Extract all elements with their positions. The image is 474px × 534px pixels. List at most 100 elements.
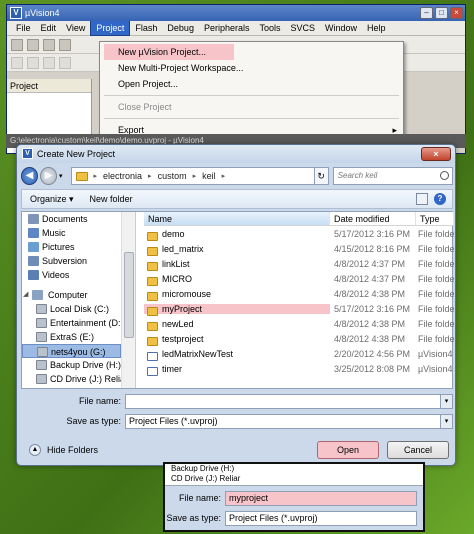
file-row[interactable]: demo 5/17/2012 3:16 PM File folder bbox=[144, 226, 454, 241]
folder-icon bbox=[147, 336, 158, 346]
navigation-pane: Documents Music Pictures Subversion Videos ◢ C… bbox=[22, 212, 122, 388]
file-name-label: File name: bbox=[78, 396, 121, 406]
search-input[interactable]: Search keil bbox=[332, 167, 454, 185]
scroll-thumb[interactable] bbox=[124, 252, 134, 338]
file-row[interactable]: myProject 5/17/2012 3:16 PM File folder bbox=[144, 301, 454, 316]
menu-flash[interactable]: Flash bbox=[130, 21, 162, 35]
column-type[interactable]: Type bbox=[416, 212, 454, 225]
recent-locations-dropdown-icon[interactable]: ▾ bbox=[59, 172, 67, 180]
maximize-icon[interactable]: □ bbox=[435, 7, 448, 19]
build-icon[interactable] bbox=[27, 56, 39, 69]
file-row[interactable]: MICRO 4/8/2012 4:37 PM File folder bbox=[144, 271, 454, 286]
nav-computer[interactable]: ◢ Computer bbox=[22, 288, 121, 302]
save-type-dropdown-icon[interactable]: ▾ bbox=[440, 414, 452, 428]
breadcrumb-separator-icon: ▸ bbox=[221, 173, 226, 180]
breadcrumb-item[interactable]: keil bbox=[202, 171, 216, 181]
nav-item[interactable]: Pictures bbox=[22, 240, 121, 254]
dialog-titlebar: V Create New Project × bbox=[17, 145, 455, 163]
save-type-select[interactable]: Project Files (*.uvproj) ▾ bbox=[125, 413, 453, 429]
drive-icon bbox=[36, 374, 47, 384]
organize-button[interactable]: Organize ▾ bbox=[22, 194, 82, 205]
breadcrumb-separator-icon: ▸ bbox=[93, 173, 98, 180]
nav-item[interactable]: Documents bbox=[22, 212, 121, 226]
uvision-logo-icon: V bbox=[10, 7, 22, 19]
close-icon[interactable]: × bbox=[450, 7, 463, 19]
dialog-title: Create New Project bbox=[37, 149, 116, 159]
menu-peripherals[interactable]: Peripherals bbox=[199, 21, 255, 35]
navigation-scrollbar[interactable] bbox=[122, 212, 136, 388]
file-row[interactable]: micromouse 4/8/2012 4:38 PM File folder bbox=[144, 286, 454, 301]
menu-file[interactable]: File bbox=[11, 21, 36, 35]
project-menu-item[interactable]: Open Project... bbox=[100, 76, 403, 92]
nav-drive[interactable]: ExtraS (E:) bbox=[22, 330, 121, 344]
file-row[interactable]: led_matrix 4/15/2012 8:16 PM File folder bbox=[144, 241, 454, 256]
folder-icon bbox=[75, 171, 88, 181]
minimize-icon[interactable]: – bbox=[420, 7, 433, 19]
zoom-save-type-select[interactable]: Project Files (*.uvproj) bbox=[225, 510, 417, 526]
menu-separator bbox=[104, 118, 399, 119]
save-icon[interactable] bbox=[43, 38, 55, 51]
command-bar: Organize ▾ New folder ? bbox=[21, 189, 453, 209]
menu-view[interactable]: View bbox=[61, 21, 90, 35]
file-name-dropdown-icon[interactable]: ▾ bbox=[440, 394, 452, 408]
file-row[interactable]: testproject 4/8/2012 4:38 PM File folder bbox=[144, 331, 454, 346]
breadcrumb-item[interactable]: electronia bbox=[103, 171, 142, 181]
rebuild-icon[interactable] bbox=[43, 56, 55, 69]
project-file-icon bbox=[147, 351, 158, 361]
breadcrumb-item[interactable]: custom bbox=[158, 171, 187, 181]
menu-debug[interactable]: Debug bbox=[162, 21, 199, 35]
folder-icon bbox=[147, 321, 158, 331]
back-arrow-icon[interactable]: ◀ bbox=[21, 167, 38, 185]
column-name[interactable]: Name bbox=[144, 212, 330, 225]
menu-window[interactable]: Window bbox=[320, 21, 362, 35]
open-file-icon[interactable] bbox=[27, 38, 39, 51]
nav-drive[interactable]: Backup Drive (H:) bbox=[22, 358, 121, 372]
file-row[interactable]: newLed 4/8/2012 4:38 PM File folder bbox=[144, 316, 454, 331]
cancel-button[interactable]: Cancel bbox=[387, 441, 449, 459]
chevron-up-icon[interactable]: ▲ bbox=[29, 444, 41, 456]
nav-drive[interactable]: nets4you (G:) bbox=[22, 344, 121, 358]
hide-folders-button[interactable]: Hide Folders bbox=[47, 445, 98, 455]
menu-project[interactable]: Project bbox=[90, 20, 131, 36]
new-file-icon[interactable] bbox=[11, 38, 23, 51]
nav-item[interactable]: Videos bbox=[22, 268, 121, 282]
drive-icon bbox=[36, 360, 47, 370]
file-name-input[interactable]: ▾ bbox=[125, 393, 453, 409]
project-menu-item[interactable]: New Multi-Project Workspace... bbox=[100, 60, 403, 76]
project-menu-item: Close Project bbox=[118, 102, 172, 112]
translate-icon[interactable] bbox=[11, 56, 23, 69]
breadcrumb-separator-icon: ▸ bbox=[192, 173, 197, 180]
nav-drive[interactable]: Entertainment (D: bbox=[22, 316, 121, 330]
nav-drive[interactable]: CD Drive (J:) Reliar bbox=[22, 372, 121, 386]
zoom-file-name-input[interactable]: myproject bbox=[225, 490, 417, 506]
zoom-inset: Backup Drive (H:) CD Drive (J:) Reliar F… bbox=[163, 462, 425, 532]
drive-icon bbox=[36, 332, 47, 342]
open-button[interactable]: Open bbox=[317, 441, 379, 459]
new-folder-button[interactable]: New folder bbox=[82, 194, 141, 204]
menu-svcs[interactable]: SVCS bbox=[286, 21, 321, 35]
breadcrumb-separator-icon: ▸ bbox=[148, 173, 152, 180]
nav-item[interactable]: Subversion bbox=[22, 254, 121, 268]
menu-tools[interactable]: Tools bbox=[254, 21, 285, 35]
menubar: File Edit View Project Flash Debug Peripherals… bbox=[7, 20, 465, 36]
address-bar[interactable]: ▸ electronia ▸ custom ▸ keil ▸ bbox=[70, 167, 315, 185]
address-row: ◀ ▶ ▾ ▸ electronia ▸ custom ▸ keil ▸ ↻ Search … bbox=[21, 165, 454, 187]
refresh-icon[interactable]: ↻ bbox=[313, 167, 329, 185]
menu-help[interactable]: Help bbox=[362, 21, 391, 35]
file-row[interactable]: timer 3/25/2012 8:08 PM µVision4 bbox=[144, 361, 454, 376]
uvision-window: V µVision4 – □ × File Edit View Project Flas… bbox=[6, 4, 466, 154]
zoom-drive-list: Backup Drive (H:) CD Drive (J:) Reliar bbox=[165, 464, 423, 486]
project-menu-item[interactable]: New µVision Project... bbox=[104, 44, 234, 60]
menu-edit[interactable]: Edit bbox=[36, 21, 62, 35]
file-row[interactable]: linkList 4/8/2012 4:37 PM File folder bbox=[144, 256, 454, 271]
save-all-icon[interactable] bbox=[59, 38, 71, 51]
download-icon[interactable] bbox=[59, 56, 71, 69]
column-date[interactable]: Date modified bbox=[330, 212, 416, 225]
view-options-icon[interactable] bbox=[416, 193, 428, 205]
dialog-close-icon[interactable]: × bbox=[421, 147, 451, 161]
nav-drive[interactable]: Local Disk (C:) bbox=[22, 302, 121, 316]
forward-arrow-icon[interactable]: ▶ bbox=[40, 167, 57, 185]
file-row[interactable]: ledMatrixNewTest 2/20/2012 4:56 PM µVision… bbox=[144, 346, 454, 361]
help-icon[interactable]: ? bbox=[434, 193, 446, 205]
nav-item[interactable]: Music bbox=[22, 226, 121, 240]
